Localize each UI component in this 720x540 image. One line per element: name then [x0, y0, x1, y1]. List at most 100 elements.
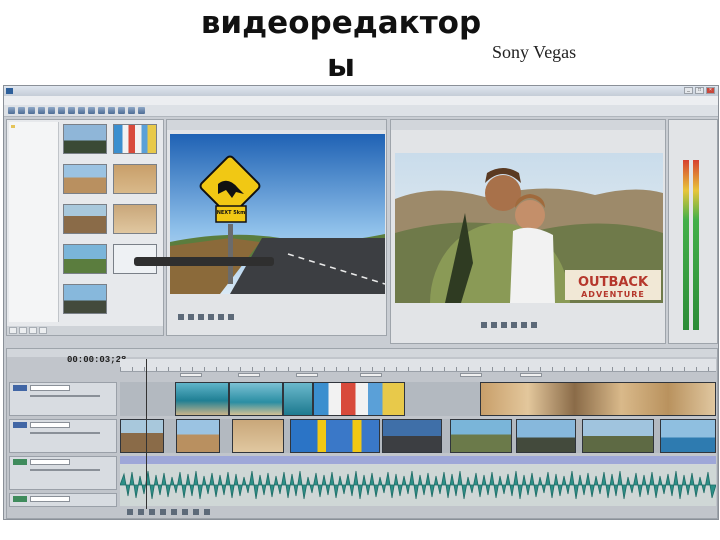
- marker-icon[interactable]: [138, 107, 145, 114]
- transport-controls: [127, 509, 210, 515]
- audio-track-header[interactable]: [9, 456, 117, 490]
- play-from-start-icon[interactable]: [149, 509, 155, 515]
- tab-transitions[interactable]: [29, 327, 37, 334]
- track-number: [13, 385, 27, 391]
- play-icon[interactable]: [491, 322, 497, 328]
- video-clip[interactable]: [382, 419, 442, 453]
- go-to-end-icon[interactable]: [204, 509, 210, 515]
- media-thumbnail[interactable]: [113, 124, 159, 162]
- new-project-icon[interactable]: [8, 107, 15, 114]
- video-clip[interactable]: [313, 382, 405, 416]
- media-thumbnail[interactable]: [63, 164, 109, 202]
- next-frame-icon[interactable]: [531, 322, 537, 328]
- media-thumbnail[interactable]: [63, 244, 109, 282]
- window-controls: _ □ ×: [684, 87, 715, 95]
- video-clip[interactable]: [176, 419, 220, 453]
- video-clip[interactable]: [120, 419, 164, 453]
- media-thumbnail-grid: [61, 122, 161, 322]
- banner-title: OUTBACK: [578, 275, 649, 290]
- redo-icon[interactable]: [98, 107, 105, 114]
- mark-out-icon[interactable]: [218, 314, 224, 320]
- tab-project-media[interactable]: [9, 327, 17, 334]
- media-thumbnail[interactable]: [113, 204, 159, 242]
- media-thumbnail[interactable]: [63, 204, 109, 242]
- video-track-2-lane: [120, 419, 716, 453]
- track-name-field[interactable]: [30, 496, 70, 502]
- media-thumbnail[interactable]: [63, 124, 109, 162]
- snap-icon[interactable]: [108, 107, 115, 114]
- lock-icon[interactable]: [128, 107, 135, 114]
- video-clip[interactable]: [175, 382, 229, 416]
- video-track-1-lane: [120, 382, 716, 416]
- stop-icon[interactable]: [511, 322, 517, 328]
- timeline-marker[interactable]: [296, 373, 318, 377]
- previous-frame-icon[interactable]: [521, 322, 527, 328]
- audio-track-lane[interactable]: [120, 456, 716, 506]
- video-clip[interactable]: [516, 419, 576, 453]
- stop-icon[interactable]: [188, 314, 194, 320]
- loop-icon[interactable]: [138, 509, 144, 515]
- timeline-marker[interactable]: [180, 373, 202, 377]
- video-clip[interactable]: [480, 382, 716, 416]
- trimmer-controls: [170, 312, 385, 322]
- main-toolbar: [4, 105, 718, 117]
- paste-icon[interactable]: [78, 107, 85, 114]
- level-meter-left: [683, 160, 689, 330]
- audio-track-2-header[interactable]: [9, 493, 117, 507]
- drag-arrow-overlay: [134, 257, 274, 266]
- trimmer-video[interactable]: NEXT 5km: [170, 134, 385, 294]
- track-name-field[interactable]: [30, 385, 70, 391]
- media-thumbnail[interactable]: [63, 284, 109, 322]
- slide-subtitle: Sony Vegas: [492, 42, 577, 62]
- video-track-1-header[interactable]: [9, 382, 117, 416]
- timeline-marker[interactable]: [520, 373, 542, 377]
- video-track-2-header[interactable]: [9, 419, 117, 453]
- time-ruler[interactable]: [120, 359, 716, 372]
- add-to-timeline-icon[interactable]: [228, 314, 234, 320]
- video-clip[interactable]: [450, 419, 512, 453]
- tab-explorer[interactable]: [19, 327, 27, 334]
- track-name-field[interactable]: [30, 459, 70, 465]
- close-button[interactable]: ×: [706, 87, 715, 94]
- playhead-cursor[interactable]: [146, 359, 147, 509]
- level-slider[interactable]: [30, 432, 100, 434]
- go-to-start-icon[interactable]: [193, 509, 199, 515]
- timeline-marker[interactable]: [360, 373, 382, 377]
- video-clip[interactable]: [660, 419, 716, 453]
- play-icon[interactable]: [160, 509, 166, 515]
- media-thumbnail[interactable]: [113, 164, 159, 202]
- mark-in-icon[interactable]: [208, 314, 214, 320]
- road-sign-text: NEXT 5km: [217, 210, 246, 216]
- video-clip[interactable]: [290, 419, 380, 453]
- save-icon[interactable]: [28, 107, 35, 114]
- video-clip[interactable]: [582, 419, 654, 453]
- tab-video-fx[interactable]: [39, 327, 47, 334]
- record-icon[interactable]: [127, 509, 133, 515]
- track-name-field[interactable]: [30, 422, 70, 428]
- video-clip[interactable]: [283, 382, 313, 416]
- video-clip[interactable]: [229, 382, 283, 416]
- render-icon[interactable]: [48, 107, 55, 114]
- ripple-icon[interactable]: [118, 107, 125, 114]
- properties-icon[interactable]: [38, 107, 45, 114]
- rewind-icon[interactable]: [481, 322, 487, 328]
- cut-icon[interactable]: [58, 107, 65, 114]
- undo-icon[interactable]: [88, 107, 95, 114]
- maximize-button[interactable]: □: [695, 87, 704, 94]
- copy-icon[interactable]: [68, 107, 75, 114]
- stop-icon[interactable]: [182, 509, 188, 515]
- timeline-marker[interactable]: [238, 373, 260, 377]
- loop-icon[interactable]: [198, 314, 204, 320]
- pause-icon[interactable]: [501, 322, 507, 328]
- presentation-slide: видеоредактор ы Sony Vegas _ □ × NEXT 5k…: [0, 0, 720, 540]
- pause-icon[interactable]: [171, 509, 177, 515]
- level-slider[interactable]: [30, 395, 100, 397]
- minimize-button[interactable]: _: [684, 87, 693, 94]
- preview-video: OUTBACK ADVENTURE: [395, 153, 663, 303]
- play-icon[interactable]: [178, 314, 184, 320]
- video-clip[interactable]: [232, 419, 284, 453]
- open-icon[interactable]: [18, 107, 25, 114]
- window-titlebar: _ □ ×: [4, 86, 718, 96]
- timeline-marker[interactable]: [460, 373, 482, 377]
- volume-slider[interactable]: [30, 469, 100, 471]
